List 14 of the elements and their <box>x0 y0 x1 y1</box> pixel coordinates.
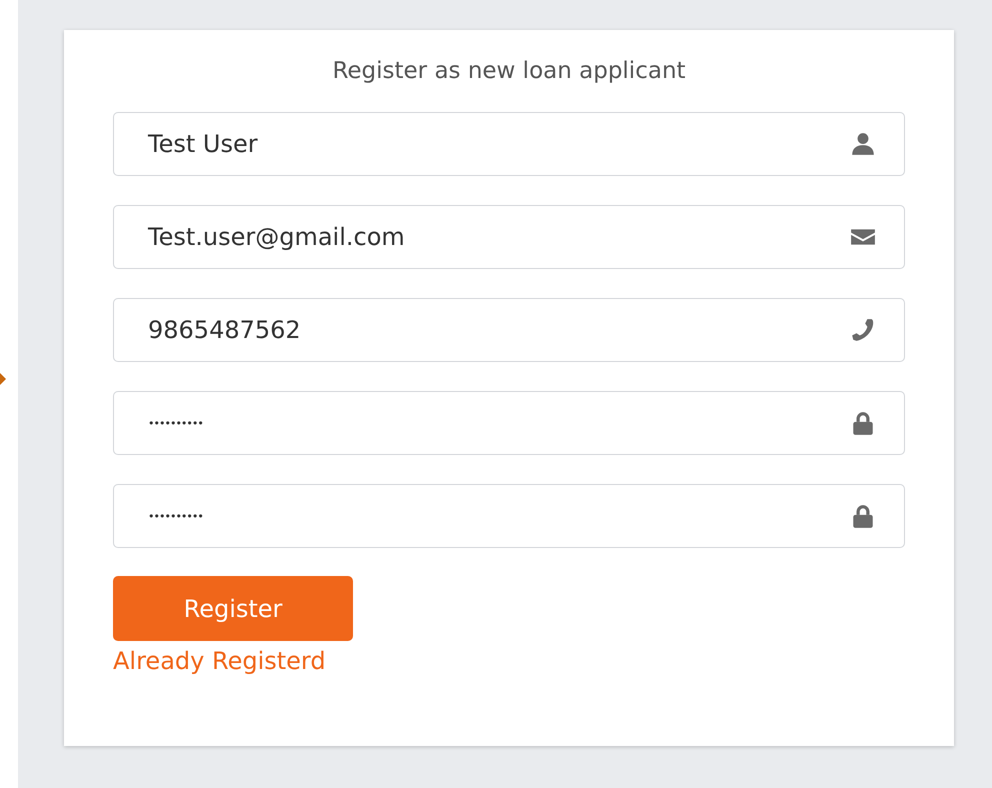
form-title: Register as new loan applicant <box>331 58 687 84</box>
field-value: Test.user@gmail.com <box>148 223 405 251</box>
phone-field[interactable]: 9865487562 <box>113 298 905 362</box>
chevron-icon <box>0 371 8 387</box>
field-value: Test User <box>148 130 258 158</box>
phone-icon <box>850 317 876 343</box>
user-icon <box>850 131 876 157</box>
field-value: •••••••••• <box>148 510 203 522</box>
email-field[interactable]: Test.user@gmail.com <box>113 205 905 269</box>
password-field[interactable]: •••••••••• <box>113 484 905 548</box>
field-value: 9865487562 <box>148 316 301 344</box>
password-field[interactable]: •••••••••• <box>113 391 905 455</box>
field-value: •••••••••• <box>148 416 203 430</box>
user-field[interactable]: Test User <box>113 112 905 176</box>
